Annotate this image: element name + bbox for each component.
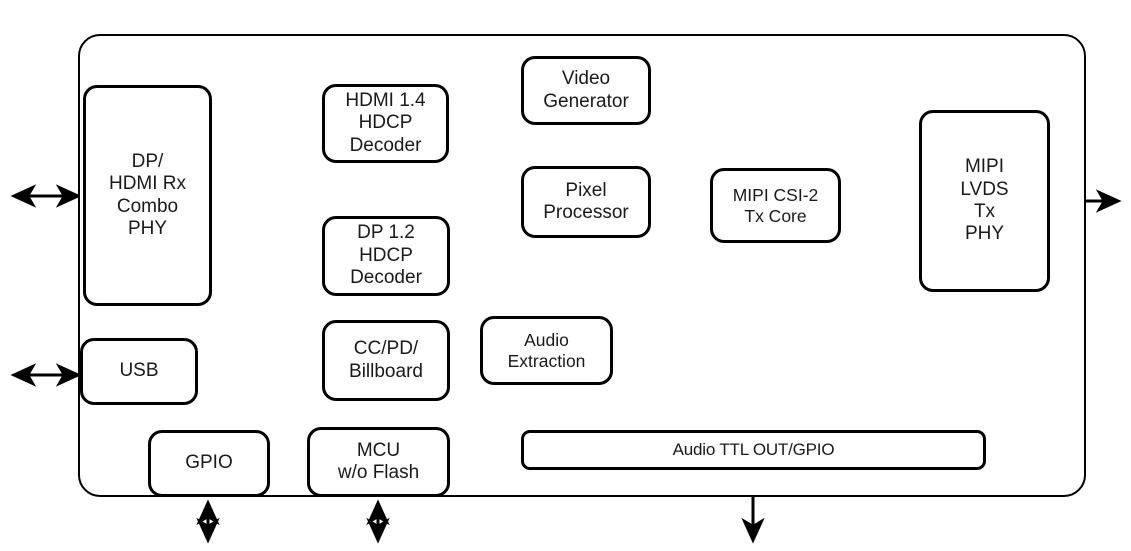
block-pixel-processor[interactable]: Pixel Processor [521, 166, 651, 238]
block-hdmi-decoder[interactable]: HDMI 1.4 HDCP Decoder [322, 84, 449, 163]
block-usb[interactable]: USB [80, 338, 198, 405]
block-video-generator[interactable]: Video Generator [521, 56, 651, 125]
block-audio-ttl-out-gpio[interactable]: Audio TTL OUT/GPIO [521, 430, 986, 470]
block-audio-extraction[interactable]: Audio Extraction [480, 316, 613, 385]
block-mipi-csi2-tx-core[interactable]: MIPI CSI-2 Tx Core [710, 168, 841, 243]
block-diagram-canvas: DP/ HDMI Rx Combo PHY HDMI 1.4 HDCP Deco… [0, 0, 1131, 551]
block-dp-decoder[interactable]: DP 1.2 HDCP Decoder [322, 216, 450, 296]
block-mipi-lvds-tx-phy[interactable]: MIPI LVDS Tx PHY [919, 110, 1050, 292]
block-rx-phy[interactable]: DP/ HDMI Rx Combo PHY [83, 85, 212, 306]
block-mcu[interactable]: MCU w/o Flash [307, 427, 450, 497]
block-gpio[interactable]: GPIO [148, 430, 270, 497]
block-cc-pd-billboard[interactable]: CC/PD/ Billboard [322, 320, 450, 401]
